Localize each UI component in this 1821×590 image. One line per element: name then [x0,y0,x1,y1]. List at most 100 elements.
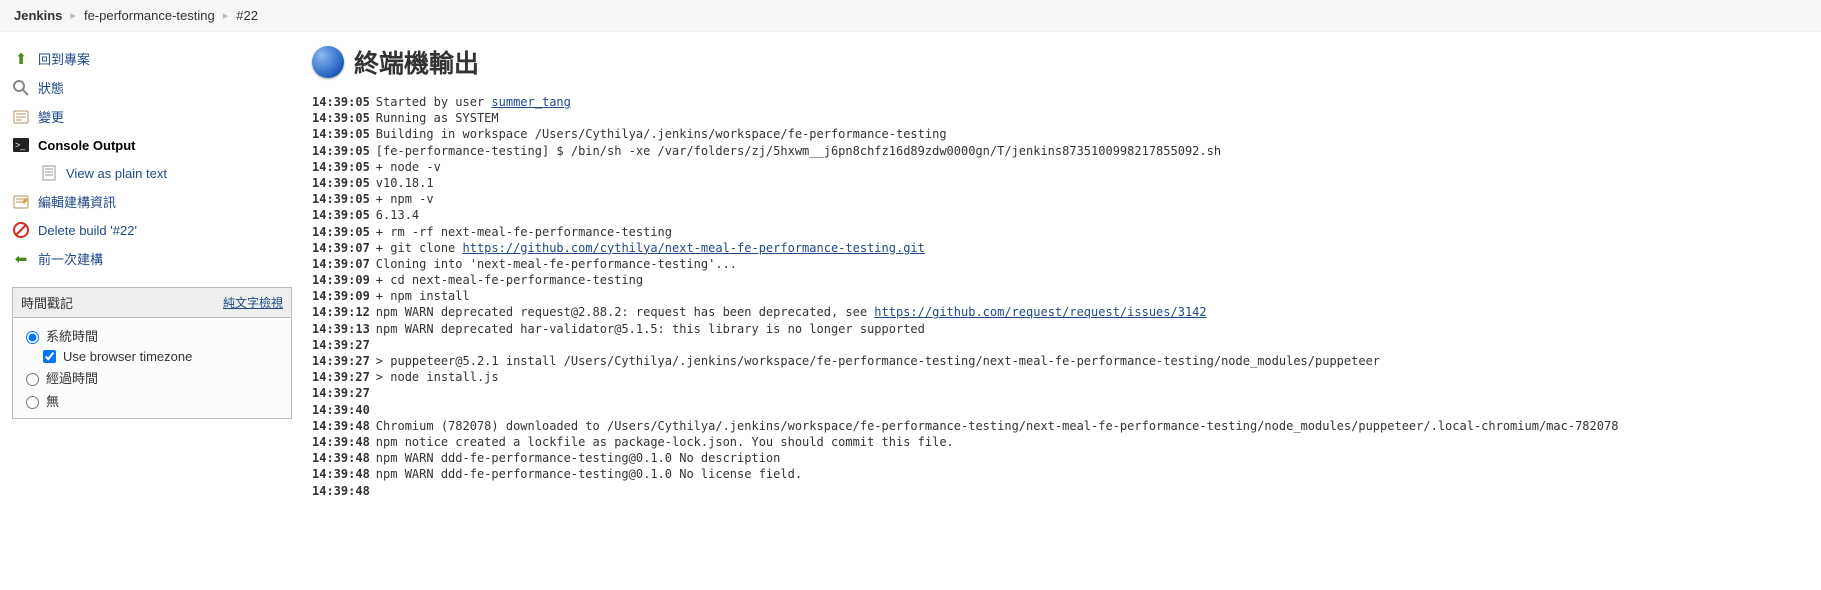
breadcrumb-build[interactable]: #22 [236,8,258,23]
sidebar-item-back[interactable]: ⬆ 回到專案 [12,44,292,73]
console-text: Running as SYSTEM [376,110,499,126]
terminal-icon: >_ [12,136,30,154]
timestamp-option-system[interactable]: 系統時間 [21,324,283,347]
console-line: 14:39:05 + node -v [312,159,1809,175]
console-line: 14:39:05[fe-performance-testing] $ /bin/… [312,143,1809,159]
console-timestamp: 14:39:48 [312,450,370,466]
console-text: Building in workspace /Users/Cythilya/.j… [376,126,947,142]
console-timestamp: 14:39:48 [312,418,370,434]
timestamp-title: 時間戳記 [21,293,73,312]
notepad-icon [12,108,30,126]
sidebar-item-label: 前一次建構 [38,249,103,268]
timestamp-label: Use browser timezone [63,349,192,364]
console-text: npm notice created a lockfile as package… [376,434,954,450]
timestamp-radio-system[interactable] [26,331,39,344]
delete-icon [12,221,30,239]
timestamp-plaintext-link[interactable]: 純文字檢視 [223,294,283,311]
console-timestamp: 14:39:12 [312,304,370,320]
console-line: 14:39:13npm WARN deprecated har-validato… [312,321,1809,337]
timestamp-option-browser[interactable]: Use browser timezone [21,347,283,366]
timestamp-option-none[interactable]: 無 [21,389,283,412]
breadcrumb-project[interactable]: fe-performance-testing [84,8,215,23]
console-text: Chromium (782078) downloaded to /Users/C… [376,418,1619,434]
sidebar-item-deletebuild[interactable]: Delete build '#22' [12,216,292,244]
console-text: 6.13.4 [376,207,419,223]
console-timestamp: 14:39:05 [312,191,370,207]
sidebar-item-plaintext[interactable]: View as plain text [12,159,292,187]
timestamp-panel: 時間戳記 純文字檢視 系統時間 Use browser timezone 經過時… [12,287,292,419]
svg-text:>_: >_ [15,140,26,150]
sidebar-item-console[interactable]: >_ Console Output [12,131,292,159]
timestamp-label: 經過時間 [46,368,98,387]
breadcrumb-sep-icon: ▸ [70,9,76,22]
console-line: 14:39:48 Chromium (782078) downloaded to … [312,418,1809,434]
console-line: 14:39:12npm WARN deprecated request@2.88… [312,304,1809,320]
sidebar-item-label: View as plain text [66,166,167,181]
breadcrumb: Jenkins ▸ fe-performance-testing ▸ #22 [0,0,1821,32]
console-line: 14:39:48npm WARN ddd-fe-performance-test… [312,466,1809,482]
sidebar-item-label: 狀態 [38,78,64,97]
console-line: 14:39:09 + cd next-meal-fe-performance-te… [312,272,1809,288]
breadcrumb-sep-icon: ▸ [223,9,229,22]
console-link[interactable]: https://github.com/cythilya/next-meal-fe… [463,241,925,255]
console-link[interactable]: https://github.com/request/request/issue… [874,305,1206,319]
console-text: Cloning into 'next-meal-fe-performance-t… [376,256,737,272]
sidebar-item-label: Console Output [38,138,136,153]
console-line: 14:39:09+ npm install [312,288,1809,304]
console-timestamp: 14:39:07 [312,256,370,272]
console-line: 14:39:05v10.18.1 [312,175,1809,191]
console-line: 14:39:07 Cloning into 'next-meal-fe-perfo… [312,256,1809,272]
up-arrow-icon: ⬆ [12,50,30,68]
console-text: Started by user summer_tang [376,94,571,110]
timestamp-label: 無 [46,391,59,410]
console-timestamp: 14:39:05 [312,94,370,110]
console-timestamp: 14:39:05 [312,207,370,223]
console-line: 14:39:05 Started by user summer_tang [312,94,1809,110]
sidebar-item-status[interactable]: 狀態 [12,73,292,102]
timestamp-radio-elapsed[interactable] [26,373,39,386]
main-content: 終端機輸出 14:39:05 Started by user summer_tan… [312,44,1809,499]
breadcrumb-jenkins[interactable]: Jenkins [14,8,62,23]
console-timestamp: 14:39:05 [312,126,370,142]
console-timestamp: 14:39:27 [312,385,370,401]
sidebar: ⬆ 回到專案 狀態 變更 >_ Console Output [12,44,292,499]
sidebar-item-changes[interactable]: 變更 [12,102,292,131]
console-text: [fe-performance-testing] $ /bin/sh -xe /… [376,143,1221,159]
timestamp-option-elapsed[interactable]: 經過時間 [21,366,283,389]
console-line: 14:39:05+ rm -rf next-meal-fe-performanc… [312,224,1809,240]
console-line: 14:39:40 [312,402,1809,418]
sidebar-item-label: 變更 [38,107,64,126]
console-timestamp: 14:39:27 [312,353,370,369]
left-arrow-icon: ⬅ [12,250,30,268]
console-line: 14:39:05 Building in workspace /Users/Cyt… [312,126,1809,142]
console-line: 14:39:48 [312,483,1809,499]
console-timestamp: 14:39:05 [312,159,370,175]
notepad-edit-icon [12,193,30,211]
timestamp-checkbox-browser[interactable] [43,350,56,363]
sidebar-item-editbuild[interactable]: 編輯建構資訊 [12,187,292,216]
console-line: 14:39:07+ git clone https://github.com/c… [312,240,1809,256]
console-text: + cd next-meal-fe-performance-testing [376,272,643,288]
console-link[interactable]: summer_tang [491,95,570,109]
console-line: 14:39:27 [312,337,1809,353]
sidebar-item-prevbuild[interactable]: ⬅ 前一次建構 [12,244,292,273]
console-text: v10.18.1 [376,175,434,191]
sidebar-item-label: Delete build '#22' [38,223,137,238]
console-text: + npm install [376,288,470,304]
timestamp-radio-none[interactable] [26,396,39,409]
console-line: 14:39:27> puppeteer@5.2.1 install /Users… [312,353,1809,369]
search-gear-icon [12,79,30,97]
console-text: + rm -rf next-meal-fe-performance-testin… [376,224,672,240]
sidebar-item-label: 編輯建構資訊 [38,192,116,211]
console-text: + node -v [376,159,441,175]
console-line: 14:39:05 6.13.4 [312,207,1809,223]
console-text: > node install.js [376,369,499,385]
console-timestamp: 14:39:09 [312,272,370,288]
console-line: 14:39:05+ npm -v [312,191,1809,207]
timestamp-label: 系統時間 [46,326,98,345]
console-line: 14:39:27 > node install.js [312,369,1809,385]
page-title-text: 終端機輸出 [354,44,479,80]
console-timestamp: 14:39:40 [312,402,370,418]
console-timestamp: 14:39:48 [312,466,370,482]
console-timestamp: 14:39:27 [312,369,370,385]
